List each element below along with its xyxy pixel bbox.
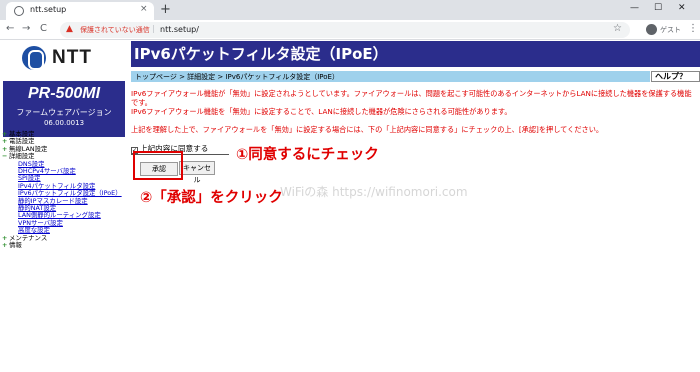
browser-window: ntt.setup × + — ☐ ✕ ← → C ▲ 保護されていない通信 |…: [0, 0, 700, 372]
breadcrumb-bar: トップページ > 詳細設定 > IPv6パケットフィルタ設定（IPoE）: [131, 71, 650, 82]
model-name: PR-500MI: [27, 85, 101, 102]
close-window-button[interactable]: ✕: [678, 3, 686, 13]
tab-title: ntt.setup: [30, 5, 67, 14]
globe-icon: [14, 6, 24, 16]
ntt-logo-icon: [22, 46, 46, 70]
nav-item-info[interactable]: + 情報: [2, 241, 122, 250]
approve-highlight-box: [133, 151, 183, 180]
cancel-button[interactable]: キャンセル: [179, 161, 215, 184]
logo-text: NTT: [52, 47, 92, 68]
address-bar[interactable]: ▲ 保護されていない通信 | ntt.setup/ ☆: [60, 22, 630, 38]
nav-item-advanced[interactable]: − 詳細設定: [2, 152, 122, 161]
forward-arrow-icon[interactable]: →: [22, 23, 30, 34]
plus-icon: +: [2, 241, 8, 250]
profile-label[interactable]: ゲスト: [660, 25, 681, 35]
maximize-button[interactable]: ☐: [654, 3, 662, 13]
sidebar: NTT PR-500MI ファームウェアバージョン 06.00.0013 + 基本…: [0, 41, 128, 372]
annotation-step-1: ①同意するにチェック: [236, 147, 379, 163]
warning-message: IPv6ファイアウォール機能が「無効」に設定されようとしています。ファイアウォー…: [131, 89, 696, 117]
warning-triangle-icon: ▲: [66, 24, 73, 34]
firmware-label: ファームウェアバージョン: [16, 108, 112, 117]
profile-avatar-icon[interactable]: [646, 24, 657, 35]
model-info-box: PR-500MI ファームウェアバージョン 06.00.0013: [3, 81, 125, 137]
insecure-label: 保護されていない通信: [80, 26, 150, 34]
minus-icon: −: [2, 152, 8, 161]
url-separator: |: [152, 24, 155, 33]
main-content: IPv6パケットフィルタ設定（IPoE） トップページ > 詳細設定 > IPv…: [128, 41, 700, 372]
tab-ntt-setup[interactable]: ntt.setup ×: [6, 2, 154, 20]
ntt-logo: NTT: [22, 46, 112, 70]
confirm-instruction: 上記を理解した上で、ファイアウォールを「無効」に設定する場合には、下の「上記内容…: [131, 125, 604, 134]
warning-line-1: IPv6ファイアウォール機能が「無効」に設定されようとしています。ファイアウォー…: [131, 89, 692, 108]
firmware-version: 06.00.0013: [43, 119, 85, 127]
tab-close-icon[interactable]: ×: [140, 4, 148, 14]
url-text[interactable]: ntt.setup/: [160, 25, 199, 34]
back-arrow-icon[interactable]: ←: [6, 23, 14, 34]
browser-menu-icon[interactable]: ⋮: [688, 23, 698, 34]
nav-tree: + 基本設定 + 電話設定 + 無線LAN設定 − 詳細設定 DNS設定 DHCPv4サ…: [2, 130, 122, 250]
reload-icon[interactable]: C: [40, 23, 47, 34]
tab-bar: ntt.setup × + — ☐ ✕: [0, 0, 700, 20]
new-tab-button[interactable]: +: [160, 2, 171, 18]
help-button[interactable]: ヘルプ？: [651, 71, 700, 82]
page-title: IPv6パケットフィルタ設定（IPoE）: [131, 41, 700, 67]
bookmark-star-icon[interactable]: ☆: [613, 23, 622, 34]
breadcrumb[interactable]: トップページ > 詳細設定 > IPv6パケットフィルタ設定（IPoE）: [135, 72, 339, 82]
browser-toolbar: ← → C ▲ 保護されていない通信 | ntt.setup/ ☆: [0, 20, 700, 40]
watermark: WiFiの森 https://wifinomori.com: [280, 185, 468, 199]
annotation-step-2: ②「承認」をクリック: [140, 190, 283, 206]
minimize-button[interactable]: —: [630, 3, 639, 13]
warning-line-2: IPv6ファイアウォール機能を「無効」に設定することで、LANに接続した機器が危…: [131, 107, 512, 117]
